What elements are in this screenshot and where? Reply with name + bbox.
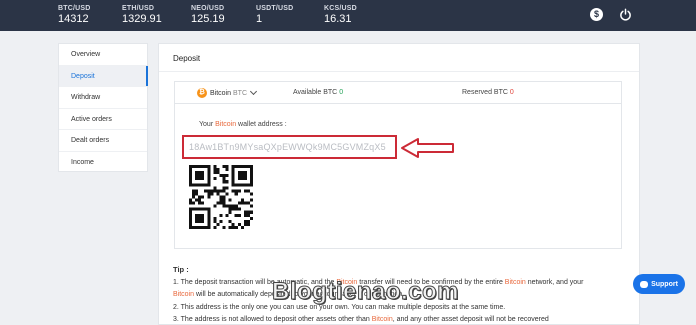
sidebar-menu: Overview Deposit Withdraw Active orders … (58, 43, 148, 172)
tip-line-4: 3. The address is not allowed to deposit… (173, 314, 633, 325)
chat-bubble-icon (640, 280, 649, 288)
available-balance: Available BTC 0 (293, 89, 343, 96)
ticker-btc-usd: BTC/USD 14312 (58, 4, 91, 26)
ticker-price: 14312 (58, 13, 89, 25)
reserved-balance: Reserved BTC 0 (462, 89, 514, 96)
sidebar-item-dealt-orders[interactable]: Dealt orders (59, 130, 147, 152)
tip-coin: Bitcoin (371, 316, 393, 323)
sidebar-item-withdraw[interactable]: Withdraw (59, 87, 147, 109)
tip-text: network, and your (525, 278, 584, 286)
tip-coin: Bitcoin (504, 278, 526, 286)
sidebar-item-active-orders[interactable]: Active orders (59, 109, 147, 130)
support-label: Support (651, 280, 678, 288)
coin-selector[interactable]: ₿ Bitcoin BTC (197, 87, 258, 99)
deposit-box-header: ₿ Bitcoin BTC Available BTC 0 Reserved B… (175, 82, 621, 104)
sidebar-item-overview[interactable]: Overview (59, 44, 147, 66)
ticker-pair: NEO/USD (191, 5, 225, 12)
power-icon[interactable] (619, 8, 632, 21)
sidebar-item-deposit[interactable]: Deposit (59, 65, 148, 87)
reserved-label: Reserved BTC (462, 89, 508, 96)
reserved-value: 0 (509, 89, 514, 96)
support-button[interactable]: Support (633, 274, 685, 294)
top-bar: BTC/USD 14312 ETH/USD 1329.91 NEO/USD 12… (0, 0, 696, 31)
ticker-price: 125.19 (191, 13, 225, 25)
divider (159, 71, 639, 72)
tip-text: 3. The address is not allowed to deposit… (173, 316, 372, 323)
chevron-down-icon (249, 87, 258, 96)
ticker-usdt-usd: USDT/USD 1 (256, 4, 293, 26)
qr-code (189, 165, 253, 229)
dollar-icon[interactable]: $ (590, 8, 603, 21)
coin-name: Bitcoin (210, 89, 232, 97)
bitcoin-icon: ₿ (197, 88, 207, 98)
available-value: 0 (339, 89, 344, 96)
sidebar-item-income[interactable]: Income (59, 152, 147, 174)
ticker-pair: BTC/USD (58, 5, 91, 12)
tip-coin: Bitcoin (173, 291, 195, 298)
available-label: Available BTC (293, 89, 338, 96)
tip-text: , and any other asset deposit will not b… (392, 316, 549, 323)
ticker-neo-usd: NEO/USD 125.19 (191, 4, 225, 26)
ticker-pair: USDT/USD (256, 5, 294, 12)
tip-title: Tip : (173, 265, 189, 274)
page-title: Deposit (173, 54, 201, 63)
label-text: Your (199, 121, 216, 128)
watermark-logo: Blogtienao.com (271, 278, 460, 306)
arrow-left-icon (401, 138, 454, 158)
ticker-pair: KCS/USD (324, 5, 357, 12)
ticker-price: 1329.91 (122, 13, 162, 25)
ticker-pair: ETH/USD (122, 5, 155, 12)
label-coin: Bitcoin (215, 121, 237, 128)
wallet-address-box[interactable]: 18Aw1BTn9MYsaQXpEWWQk9MC5GVMZqX5 (182, 135, 397, 159)
ticker-eth-usd: ETH/USD 1329.91 (122, 4, 162, 26)
label-text: wallet address : (236, 121, 287, 128)
ticker-price: 16.31 (324, 13, 352, 25)
coin-code: BTC (233, 89, 248, 97)
ticker-price: 1 (256, 13, 263, 25)
wallet-address[interactable]: 18Aw1BTn9MYsaQXpEWWQk9MC5GVMZqX5 (189, 142, 386, 152)
wallet-address-label: Your Bitcoin wallet address : (199, 121, 287, 128)
ticker-kcs-usd: KCS/USD 16.31 (324, 4, 357, 26)
